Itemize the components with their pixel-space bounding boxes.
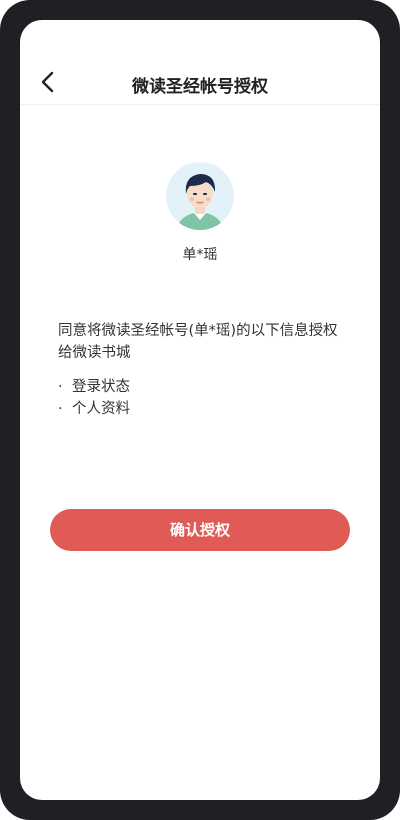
authorization-consent-text: 同意将微读圣经帐号(单*瑶)的以下信息授权给微读书城	[58, 323, 338, 361]
permission-item: · 登录状态	[58, 375, 130, 396]
avatar	[166, 162, 234, 230]
bullet: ·	[58, 401, 63, 417]
permission-label: 登录状态	[72, 379, 130, 395]
permission-item: · 个人资料	[58, 397, 130, 418]
top-navigation-bar: 微读圣经帐号授权	[20, 20, 380, 105]
account-username: 单*瑶	[182, 247, 218, 263]
bullet: ·	[58, 379, 63, 395]
confirm-authorization-button[interactable]: 确认授权	[50, 509, 350, 551]
page-title: 微读圣经帐号授权	[132, 77, 268, 97]
permission-label: 个人资料	[72, 401, 130, 417]
avatar-illustration-icon	[166, 162, 234, 230]
device-frame: 微读圣经帐号授权 单*瑶 同意将微读圣经帐号(单*瑶)的以下信息授权给微读书城 …	[0, 0, 400, 820]
app-screen: 微读圣经帐号授权 单*瑶 同意将微读圣经帐号(单*瑶)的以下信息授权给微读书城 …	[20, 20, 380, 800]
